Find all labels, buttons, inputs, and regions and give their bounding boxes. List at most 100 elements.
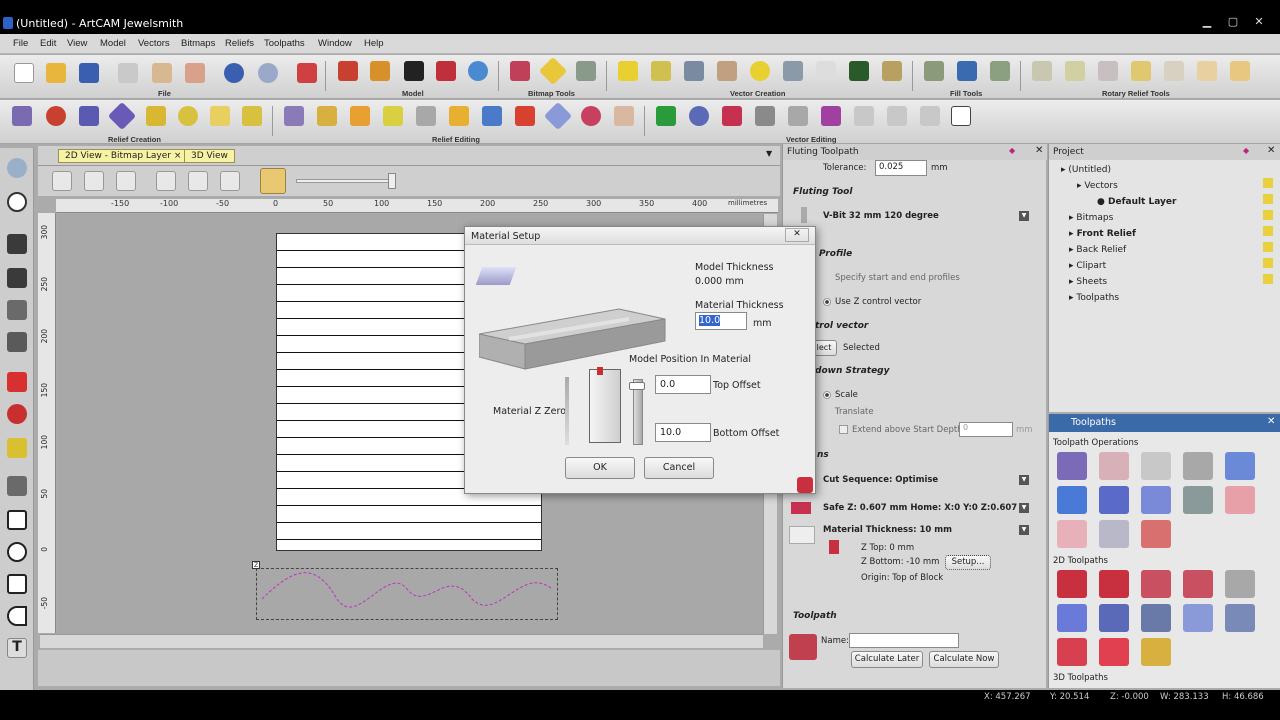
relief-tool-icon-4[interactable] xyxy=(146,106,166,126)
settings-icon[interactable] xyxy=(260,168,286,194)
2d-toolpath-icon[interactable] xyxy=(1141,604,1171,632)
extend-checkbox[interactable] xyxy=(839,425,848,434)
2d-toolpath-icon[interactable] xyxy=(1141,570,1171,598)
close-tab-icon[interactable]: × xyxy=(174,151,182,161)
vector-edit-icon-9[interactable] xyxy=(920,106,940,126)
relief-edit-icon[interactable] xyxy=(284,106,304,126)
bitmap-tool-icon-2[interactable] xyxy=(538,56,568,86)
vector-selection-box[interactable] xyxy=(256,568,558,620)
rotary-tool-icon-2[interactable] xyxy=(1065,61,1085,81)
2d-toolpath-icon[interactable] xyxy=(1057,638,1087,666)
tree-item-back-relief[interactable]: ▸ Back Relief xyxy=(1069,245,1126,255)
toolpath-op-icon[interactable] xyxy=(1057,486,1087,514)
fill-tool-icon[interactable] xyxy=(924,61,944,81)
cut-sequence-dropdown-icon[interactable]: ▼ xyxy=(1019,475,1029,485)
toolpath-op-icon[interactable] xyxy=(1183,486,1213,514)
relief-edit-icon-6[interactable] xyxy=(449,106,469,126)
text-icon[interactable]: T xyxy=(7,638,27,658)
zoom-in-icon[interactable] xyxy=(52,171,72,191)
toolpath-op-icon[interactable] xyxy=(1225,486,1255,514)
menu-edit[interactable]: Edit xyxy=(40,38,56,49)
menu-vectors[interactable]: Vectors xyxy=(138,38,170,49)
model-tool-icon-4[interactable] xyxy=(436,61,456,81)
safe-z-dropdown-icon[interactable]: ▼ xyxy=(1019,503,1029,513)
z-slider-handle[interactable] xyxy=(629,382,645,390)
horizontal-scrollbar[interactable] xyxy=(40,634,763,648)
extend-input[interactable]: 0 xyxy=(959,422,1013,437)
vector-edit-icon-2[interactable] xyxy=(689,106,709,126)
toolpath-op-icon[interactable] xyxy=(1141,486,1171,514)
toolpath-op-icon[interactable] xyxy=(1099,452,1129,480)
relief-edit-icon-5[interactable] xyxy=(416,106,436,126)
brightness-slider[interactable] xyxy=(296,179,396,183)
pin-icon[interactable]: ◆ xyxy=(1009,146,1015,155)
panel-menu-icon[interactable]: ▼ xyxy=(766,149,772,158)
tree-item-front-relief[interactable]: ▸ Front Relief xyxy=(1069,229,1136,239)
bitmap-tool-icon[interactable] xyxy=(510,61,530,81)
toolpath-op-icon[interactable] xyxy=(1099,486,1129,514)
option-z-control[interactable]: Use Z control vector xyxy=(835,297,921,307)
cancel-button[interactable]: Cancel xyxy=(644,457,714,479)
option-scale[interactable]: Scale xyxy=(835,390,858,400)
relief-edit-icon-8[interactable] xyxy=(515,106,535,126)
tolerance-input[interactable]: 0.025 xyxy=(875,160,927,176)
relief-edit-icon-10[interactable] xyxy=(581,106,601,126)
model-tool-icon[interactable] xyxy=(338,61,358,81)
text-tool-icon[interactable] xyxy=(816,61,836,81)
radio-scale[interactable] xyxy=(823,391,831,399)
close-project-icon[interactable]: ✕ xyxy=(1267,145,1275,156)
circle-icon[interactable] xyxy=(7,542,27,562)
vector-tool-icon-6[interactable] xyxy=(783,61,803,81)
2d-toolpath-icon[interactable] xyxy=(1057,570,1087,598)
menu-bitmaps[interactable]: Bitmaps xyxy=(181,38,215,49)
globe-icon[interactable] xyxy=(468,61,488,81)
menu-reliefs[interactable]: Reliefs xyxy=(225,38,254,49)
vector-edit-icon-8[interactable] xyxy=(887,106,907,126)
relief-edit-icon-7[interactable] xyxy=(482,106,502,126)
tree-item-bitmaps[interactable]: ▸ Bitmaps xyxy=(1069,213,1113,223)
rotary-tool-icon-3[interactable] xyxy=(1098,61,1118,81)
option-translate[interactable]: Translate xyxy=(835,407,874,417)
relief-edit-icon-9[interactable] xyxy=(543,101,573,131)
zoom-fit-icon[interactable] xyxy=(156,171,176,191)
2d-toolpath-icon[interactable] xyxy=(1099,604,1129,632)
menu-window[interactable]: Window xyxy=(318,38,352,49)
toolpath-op-icon[interactable] xyxy=(1141,520,1171,548)
tab-2d-view[interactable]: 2D View - Bitmap Layer × xyxy=(58,149,189,163)
open-file-icon[interactable] xyxy=(46,63,66,83)
menu-help[interactable]: Help xyxy=(364,38,384,49)
tool-name[interactable]: V-Bit 32 mm 120 degree xyxy=(823,211,939,221)
2d-toolpath-icon[interactable] xyxy=(1057,604,1087,632)
node-edit-icon[interactable] xyxy=(7,268,27,288)
vector-edit-icon-5[interactable] xyxy=(788,106,808,126)
name-input[interactable] xyxy=(849,633,959,648)
2d-toolpath-icon[interactable] xyxy=(1099,638,1129,666)
menu-model[interactable]: Model xyxy=(100,38,126,49)
vector-edit-icon-3[interactable] xyxy=(722,106,742,126)
toolpath-op-icon[interactable] xyxy=(1057,452,1087,480)
vector-tool-icon-2[interactable] xyxy=(651,61,671,81)
tree-item-sheets[interactable]: ▸ Sheets xyxy=(1069,277,1107,287)
2d-toolpath-icon[interactable] xyxy=(1183,570,1213,598)
toolpath-op-icon[interactable] xyxy=(1183,452,1213,480)
tree-item-clipart[interactable]: ▸ Clipart xyxy=(1069,261,1106,271)
minimize-icon[interactable]: ▁ xyxy=(1194,15,1220,31)
transform-icon[interactable] xyxy=(7,300,27,320)
relief-tool-icon-5[interactable] xyxy=(178,106,198,126)
save-file-icon[interactable] xyxy=(79,63,99,83)
fill-tool-icon-2[interactable] xyxy=(957,61,977,81)
relief-edit-icon-2[interactable] xyxy=(317,106,337,126)
relief-tool-icon-2[interactable] xyxy=(46,106,66,126)
relief-tool-icon[interactable] xyxy=(12,106,32,126)
rotary-tool-icon-7[interactable] xyxy=(1230,61,1250,81)
rotary-tool-icon-4[interactable] xyxy=(1131,61,1151,81)
zoom-all-icon[interactable] xyxy=(220,171,240,191)
relief-tool-icon-6[interactable] xyxy=(210,106,230,126)
model-tool-icon-2[interactable] xyxy=(370,61,390,81)
visibility-icons[interactable] xyxy=(1263,178,1273,288)
top-offset-input[interactable]: 0.0 xyxy=(655,375,711,394)
tree-item-untitled[interactable]: ▸ (Untitled) xyxy=(1061,165,1111,175)
edit-icon[interactable] xyxy=(297,63,317,83)
rectangle-icon[interactable] xyxy=(7,510,27,530)
relief-tool-icon-3[interactable] xyxy=(107,101,137,131)
